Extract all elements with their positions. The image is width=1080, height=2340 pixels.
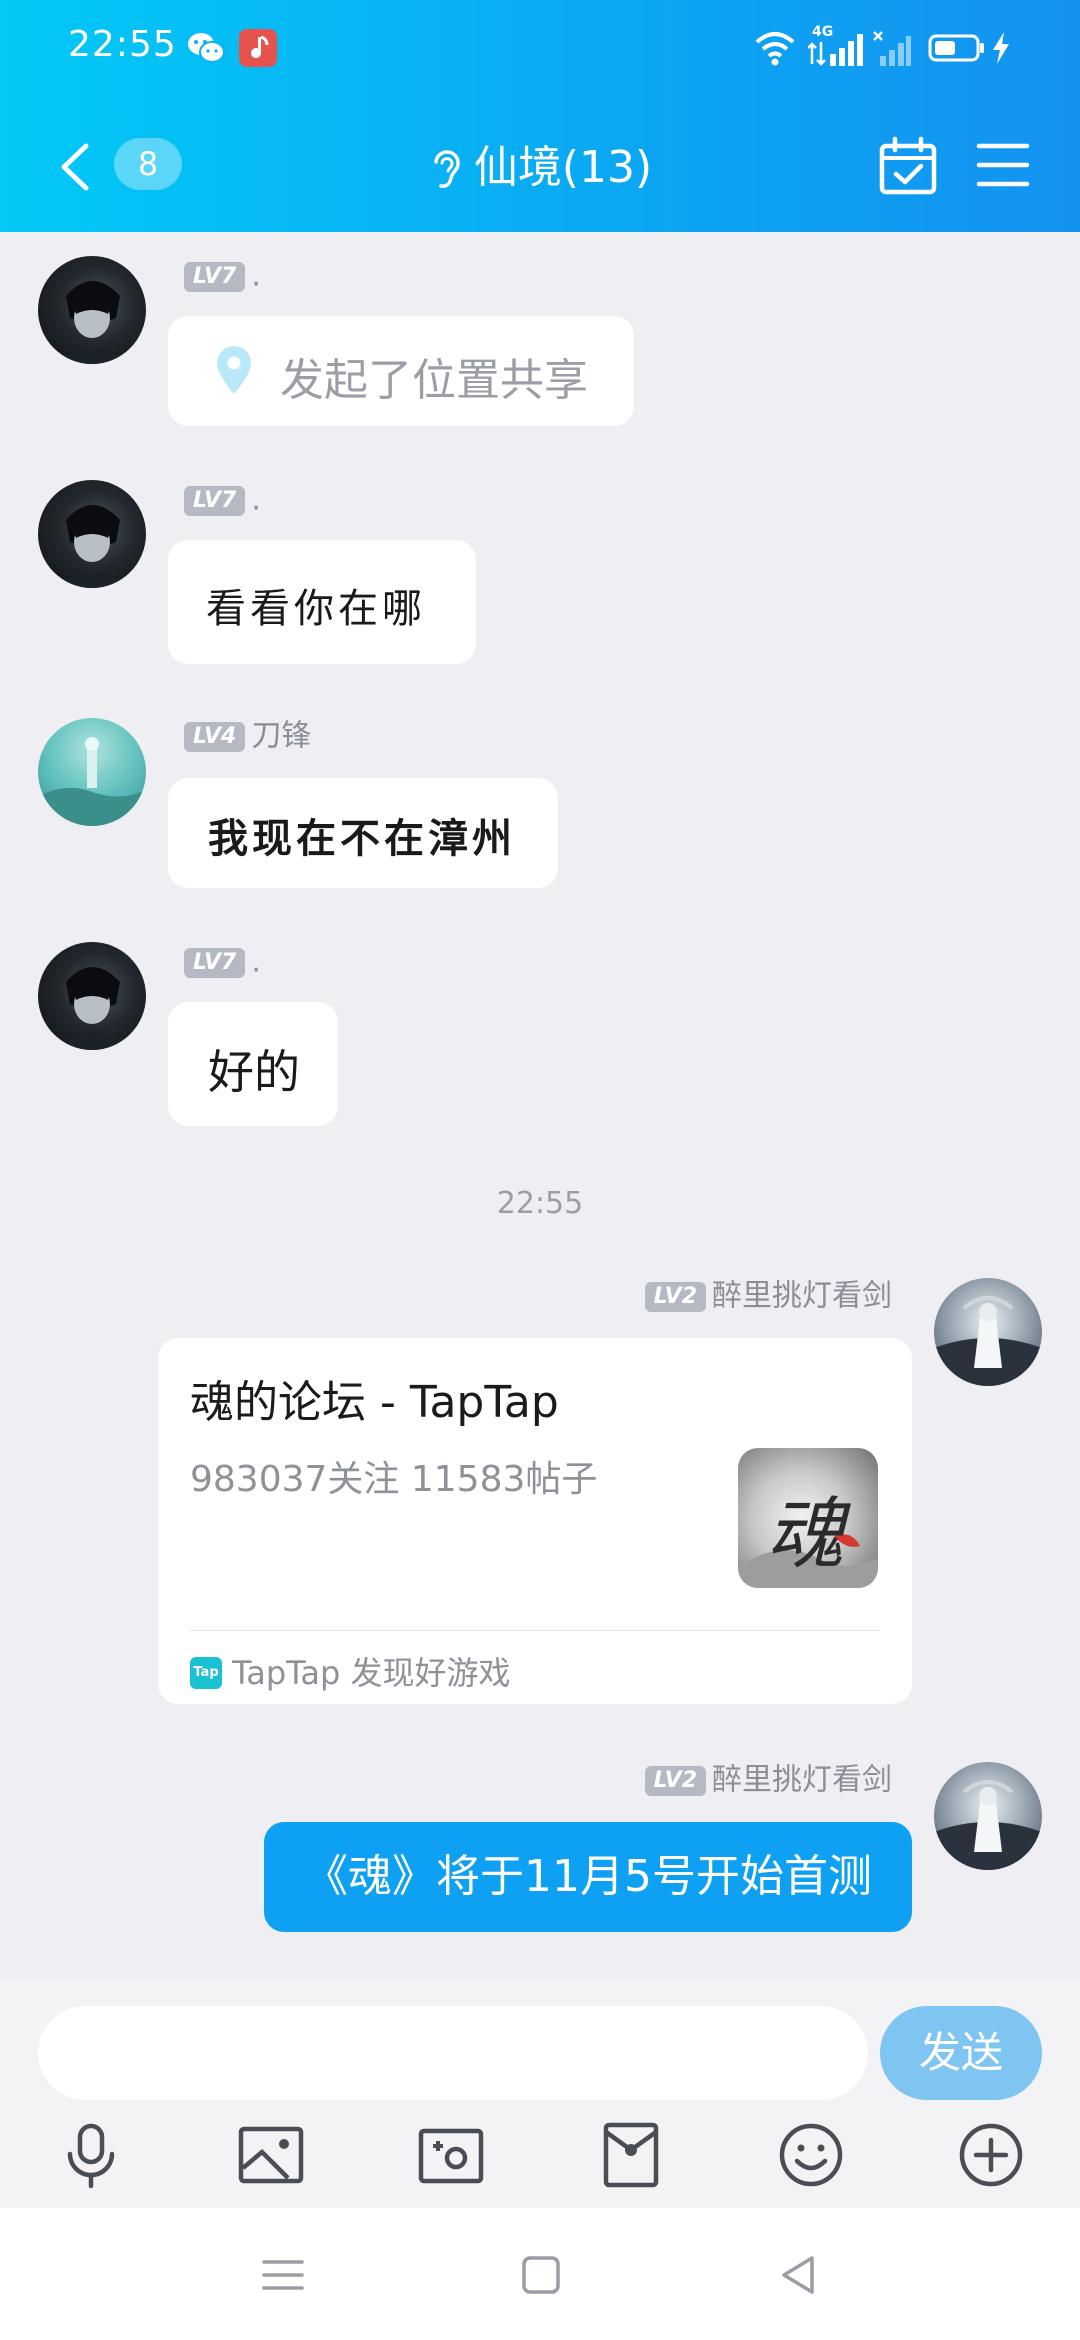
share-card-footer: Tap TapTap 发现好游戏: [190, 1646, 511, 1698]
no-signal-icon: [873, 31, 911, 66]
share-card[interactable]: 魂的论坛 - TapTap 983037关注 11583帖子 魂 Tap TapT…: [158, 1338, 912, 1704]
message-sender: LV7.: [184, 258, 261, 294]
status-time: 22:55: [68, 24, 177, 65]
share-card-thumbnail: 魂: [738, 1448, 878, 1588]
avatar-figure: [58, 505, 126, 588]
sender-name: .: [251, 482, 261, 518]
level-badge: LV7: [184, 261, 246, 292]
avatar[interactable]: [38, 256, 146, 364]
avatar-figure: [58, 967, 126, 1050]
sender-name: .: [251, 944, 261, 980]
location-share-text: 发起了位置共享: [280, 355, 588, 406]
message-text: 好的: [208, 1045, 300, 1099]
avatar[interactable]: [38, 480, 146, 588]
location-share-bubble[interactable]: 发起了位置共享: [168, 316, 634, 426]
charging-icon: [993, 32, 1009, 64]
music-app-icon: [239, 29, 277, 67]
battery-icon: [928, 34, 984, 62]
level-badge: LV7: [184, 485, 246, 516]
sender-name: 醉里挑灯看剑: [712, 1762, 892, 1798]
back-nav-icon[interactable]: [774, 2250, 824, 2300]
level-badge: LV4: [184, 721, 246, 752]
message-text: 看看你在哪: [206, 586, 426, 632]
message-sender: LV2 醉里挑灯看剑: [628, 1278, 892, 1314]
recent-apps-icon[interactable]: [258, 2250, 308, 2300]
sender-name: .: [251, 258, 261, 294]
avatar[interactable]: [934, 1762, 1042, 1870]
taptap-logo-icon: Tap: [190, 1657, 222, 1689]
message-sender: LV4 刀锋: [184, 718, 311, 754]
camera-icon[interactable]: [416, 2120, 486, 2190]
share-card-divider: [190, 1630, 880, 1631]
own-message-bubble[interactable]: 《魂》将于11月5号开始首测: [264, 1822, 912, 1932]
avatar-figure: [934, 1780, 1042, 1870]
sender-name: 醉里挑灯看剑: [712, 1278, 892, 1314]
menu-icon[interactable]: [976, 140, 1030, 190]
composer: 发送: [0, 1980, 1080, 2208]
message-sender: LV2 醉里挑灯看剑: [628, 1762, 892, 1798]
sender-name: 刀锋: [251, 718, 312, 754]
message-input[interactable]: [38, 2006, 868, 2100]
red-packet-icon[interactable]: [596, 2120, 666, 2190]
location-pin-icon: [217, 346, 251, 394]
message-bubble[interactable]: 好的: [168, 1002, 338, 1126]
wechat-icon: [188, 33, 225, 63]
chat-header: 22:55 4G 8 仙境(13): [0, 0, 1080, 232]
nav-bar: 8 仙境(13): [0, 118, 1080, 214]
time-separator: 22:55: [496, 1186, 584, 1221]
share-card-subtitle: 983037关注 11583帖子: [190, 1459, 598, 1500]
share-card-thumb-glyph: 魂: [766, 1490, 845, 1580]
message-text: 我现在不在漳州: [208, 815, 516, 862]
level-badge: LV2: [644, 1281, 706, 1312]
image-icon[interactable]: [236, 2120, 306, 2190]
status-bar: 22:55 4G: [0, 0, 1080, 96]
emoji-icon[interactable]: [776, 2120, 846, 2190]
home-icon[interactable]: [516, 2250, 566, 2300]
message-sender: LV7.: [184, 482, 261, 518]
avatar[interactable]: [38, 718, 146, 826]
avatar[interactable]: [934, 1278, 1042, 1386]
avatar[interactable]: [38, 942, 146, 1050]
send-button[interactable]: 发送: [880, 2006, 1042, 2100]
calendar-check-icon[interactable]: [878, 136, 938, 196]
system-navigation-bar: [0, 2208, 1080, 2340]
microphone-icon[interactable]: [56, 2120, 126, 2190]
message-bubble[interactable]: 看看你在哪: [168, 540, 476, 664]
share-card-title: 魂的论坛 - TapTap: [190, 1377, 559, 1428]
message-bubble[interactable]: 我现在不在漳州: [168, 778, 558, 888]
plus-icon[interactable]: [956, 2120, 1026, 2190]
avatar-figure: [38, 737, 146, 826]
ear-icon: [434, 150, 460, 188]
wifi-icon: [755, 32, 795, 66]
avatar-figure: [934, 1296, 1042, 1386]
4g-signal-icon: 4G: [808, 24, 864, 68]
share-card-footer-text: TapTap 发现好游戏: [232, 1654, 511, 1692]
avatar-figure: [58, 281, 126, 364]
message-sender: LV7.: [184, 944, 261, 980]
chat-title: 仙境(13): [473, 142, 653, 193]
level-badge: LV2: [644, 1765, 706, 1796]
level-badge: LV7: [184, 947, 246, 978]
